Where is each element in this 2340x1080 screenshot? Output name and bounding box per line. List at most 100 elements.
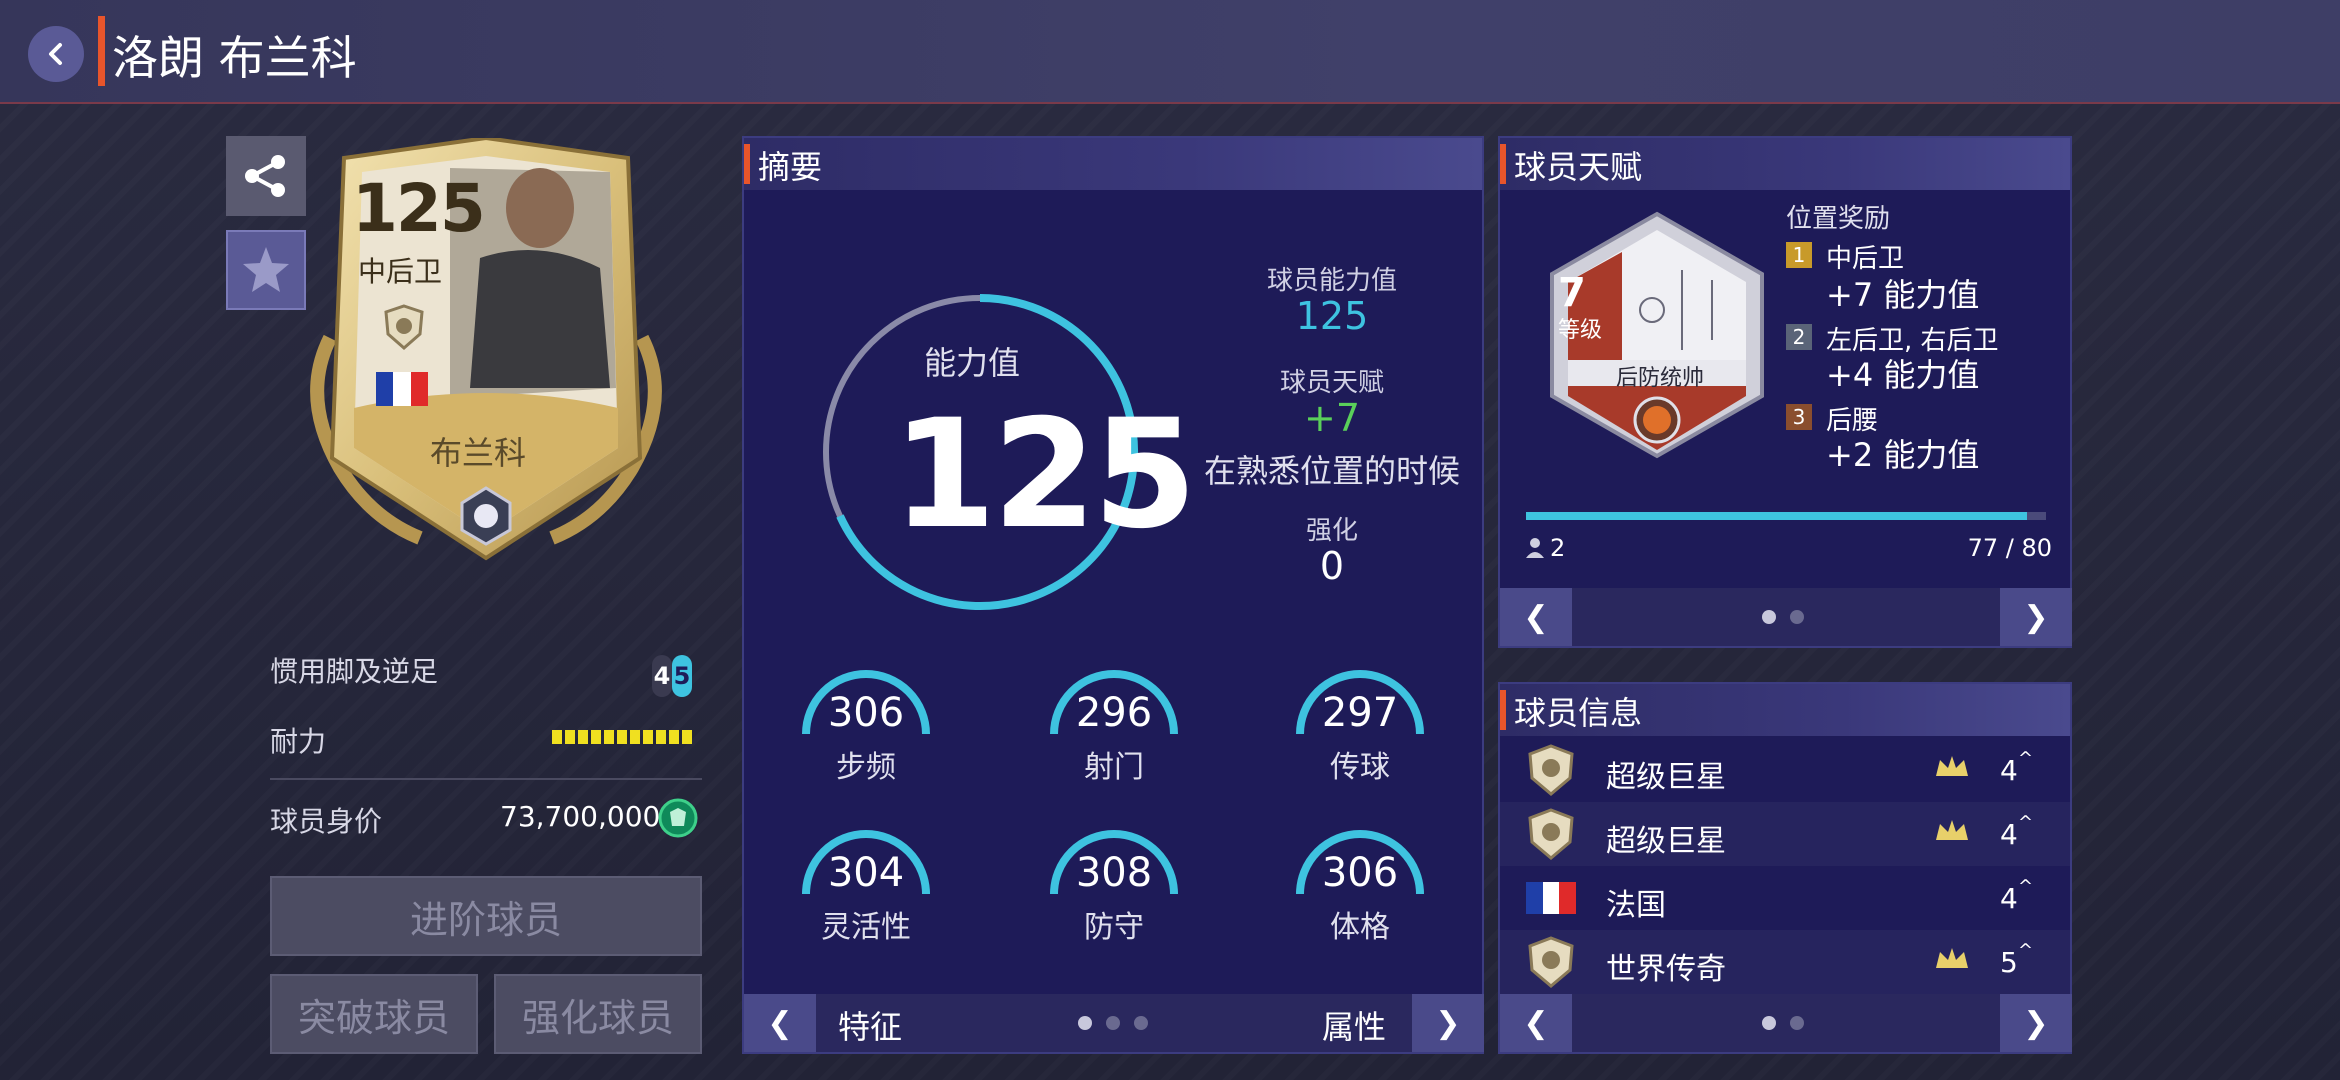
price-value: 73,700,000 bbox=[500, 800, 661, 833]
summary-prev-label[interactable]: 特征 bbox=[838, 1002, 902, 1048]
summary-title: 摘要 bbox=[758, 148, 823, 186]
ring-label: 能力值 bbox=[924, 344, 1021, 382]
france-flag bbox=[1526, 882, 1576, 914]
enhance-label: 强化 bbox=[1305, 516, 1358, 546]
price-label: 球员身价 bbox=[270, 805, 383, 838]
talent-note: 在熟悉位置的时候 bbox=[1203, 452, 1460, 490]
talent-progress-bar bbox=[1526, 512, 2046, 520]
talent-owners: 2 bbox=[1550, 534, 1566, 562]
bonus-title: 位置奖励 bbox=[1786, 204, 1891, 234]
stamina-bar bbox=[552, 730, 692, 744]
share-button[interactable] bbox=[226, 136, 306, 216]
coin-icon bbox=[658, 798, 698, 838]
france-flag bbox=[376, 372, 428, 406]
icon-badge bbox=[1528, 744, 1574, 796]
player-card[interactable]: 125 中后卫 布兰科 bbox=[300, 138, 672, 568]
summary-prev-button[interactable]: ❮ bbox=[744, 994, 816, 1052]
star-icon bbox=[243, 247, 289, 292]
strong-foot-value: 5 bbox=[672, 655, 692, 697]
ring-value: 125 bbox=[892, 388, 1197, 562]
stat-physical: 306 体格 bbox=[1290, 830, 1430, 960]
enhance-player-button[interactable]: 强化球员 bbox=[494, 974, 702, 1054]
info-next-button[interactable]: ❯ bbox=[2000, 994, 2072, 1052]
stat-pace: 306 步频 bbox=[796, 670, 936, 800]
info-nav: ❮ ❯ bbox=[1500, 994, 2072, 1052]
stamina-label: 耐力 bbox=[270, 725, 327, 758]
info-row[interactable]: 世界传奇 5 ^ bbox=[1500, 930, 2070, 994]
user-icon bbox=[1526, 538, 1544, 558]
foot-label: 惯用脚及逆足 bbox=[270, 655, 439, 688]
stat-agility: 304 灵活性 bbox=[796, 830, 936, 960]
chevron-left-icon: ❮ bbox=[1523, 1005, 1549, 1041]
chevron-up-icon: ^ bbox=[2018, 812, 2034, 833]
chevron-right-icon: ❯ bbox=[1435, 1005, 1461, 1041]
bonus-rank-3: 3 bbox=[1786, 404, 1812, 430]
chevron-left-icon: ❮ bbox=[1523, 599, 1549, 635]
info-row[interactable]: 法国 4 ^ bbox=[1500, 866, 2070, 930]
info-title: 球员信息 bbox=[1514, 694, 1643, 732]
info-prev-button[interactable]: ❮ bbox=[1500, 994, 1572, 1052]
chevron-right-icon: ❯ bbox=[2023, 1005, 2049, 1041]
weak-foot-value: 4 bbox=[652, 655, 672, 697]
favorite-button[interactable] bbox=[226, 230, 306, 310]
card-name: 布兰科 bbox=[430, 434, 527, 472]
header: 洛朗 布兰科 bbox=[0, 0, 2340, 104]
summary-header: 摘要 bbox=[744, 138, 1482, 190]
talent-progress-text: 77 / 80 bbox=[1967, 534, 2052, 562]
icon-badge bbox=[1528, 936, 1574, 988]
enhance-value: 0 bbox=[1319, 544, 1345, 588]
crown-icon bbox=[1936, 756, 1968, 776]
talent-title: 球员天赋 bbox=[1514, 148, 1643, 186]
talent-next-button[interactable]: ❯ bbox=[2000, 588, 2072, 646]
chevron-up-icon: ^ bbox=[2018, 940, 2034, 961]
info-header: 球员信息 bbox=[1500, 684, 2070, 736]
bonus-value-2: +4 能力值 bbox=[1826, 356, 1980, 394]
summary-next-button[interactable]: ❯ bbox=[1412, 994, 1484, 1052]
chevron-left-icon: ❮ bbox=[767, 1005, 793, 1041]
crown-icon bbox=[1936, 948, 1968, 968]
bonus-value-3: +2 能力值 bbox=[1826, 436, 1980, 474]
summary-nav: ❮ 特征 属性 ❯ bbox=[744, 994, 1484, 1052]
advance-player-button[interactable]: 进阶球员 bbox=[270, 876, 702, 956]
talent-badge-name: 后防统帅 bbox=[1615, 366, 1704, 391]
breakthrough-player-button[interactable]: 突破球员 bbox=[270, 974, 478, 1054]
divider bbox=[270, 778, 702, 780]
back-button[interactable] bbox=[28, 26, 84, 82]
summary-page-dots bbox=[1078, 1016, 1148, 1030]
stat-defending: 308 防守 bbox=[1044, 830, 1184, 960]
icon-badge bbox=[384, 304, 424, 350]
summary-next-label[interactable]: 属性 bbox=[1322, 1002, 1386, 1048]
talent-nav: ❮ ❯ bbox=[1500, 588, 2072, 646]
bonus-rank-1: 1 bbox=[1786, 242, 1812, 268]
crown-icon bbox=[1936, 820, 1968, 840]
bonus-value-1: +7 能力值 bbox=[1826, 276, 1980, 314]
title-accent bbox=[98, 16, 105, 86]
chevron-up-icon: ^ bbox=[2018, 876, 2034, 897]
share-icon bbox=[245, 155, 285, 197]
page-title: 洛朗 布兰科 bbox=[112, 31, 357, 85]
card-position: 中后卫 bbox=[358, 255, 443, 288]
info-panel: 球员信息 超级巨星 4 ^ 超级巨星 4 ^ 法国 4 ^ 世界传奇 5 ^ ❮ ❯ bbox=[1498, 682, 2072, 1054]
info-page-dots bbox=[1762, 1016, 1804, 1030]
talent-level: 7 bbox=[1558, 270, 1586, 316]
card-rating: 125 bbox=[352, 170, 486, 247]
talent-header: 球员天赋 bbox=[1500, 138, 2070, 190]
talent-panel: 球员天赋 7 等级 后防统帅 位置奖励 1 中后卫 +7 能力值 2 左后卫, … bbox=[1498, 136, 2072, 648]
foot-indicator: 4 5 bbox=[652, 655, 692, 697]
info-row[interactable]: 超级巨星 4 ^ bbox=[1500, 738, 2070, 802]
talent-level-label: 等级 bbox=[1558, 318, 1603, 343]
stat-passing: 297 传球 bbox=[1290, 670, 1430, 800]
ovr-value: 125 bbox=[1295, 294, 1369, 338]
icon-badge bbox=[1528, 808, 1574, 860]
talent-page-dots bbox=[1762, 610, 1804, 624]
ovr-label: 球员能力值 bbox=[1266, 266, 1397, 296]
summary-panel: 摘要 能力值 125 球员能力值 125 球员天赋 +7 在熟悉位置的时候 强化… bbox=[742, 136, 1484, 1054]
talent-label: 球员天赋 bbox=[1279, 368, 1384, 398]
back-icon bbox=[49, 43, 62, 65]
talent-value: +7 bbox=[1303, 396, 1361, 440]
stat-shooting: 296 射门 bbox=[1044, 670, 1184, 800]
chevron-right-icon: ❯ bbox=[2023, 599, 2049, 635]
info-row[interactable]: 超级巨星 4 ^ bbox=[1500, 802, 2070, 866]
talent-prev-button[interactable]: ❮ bbox=[1500, 588, 1572, 646]
chevron-up-icon: ^ bbox=[2018, 748, 2034, 769]
